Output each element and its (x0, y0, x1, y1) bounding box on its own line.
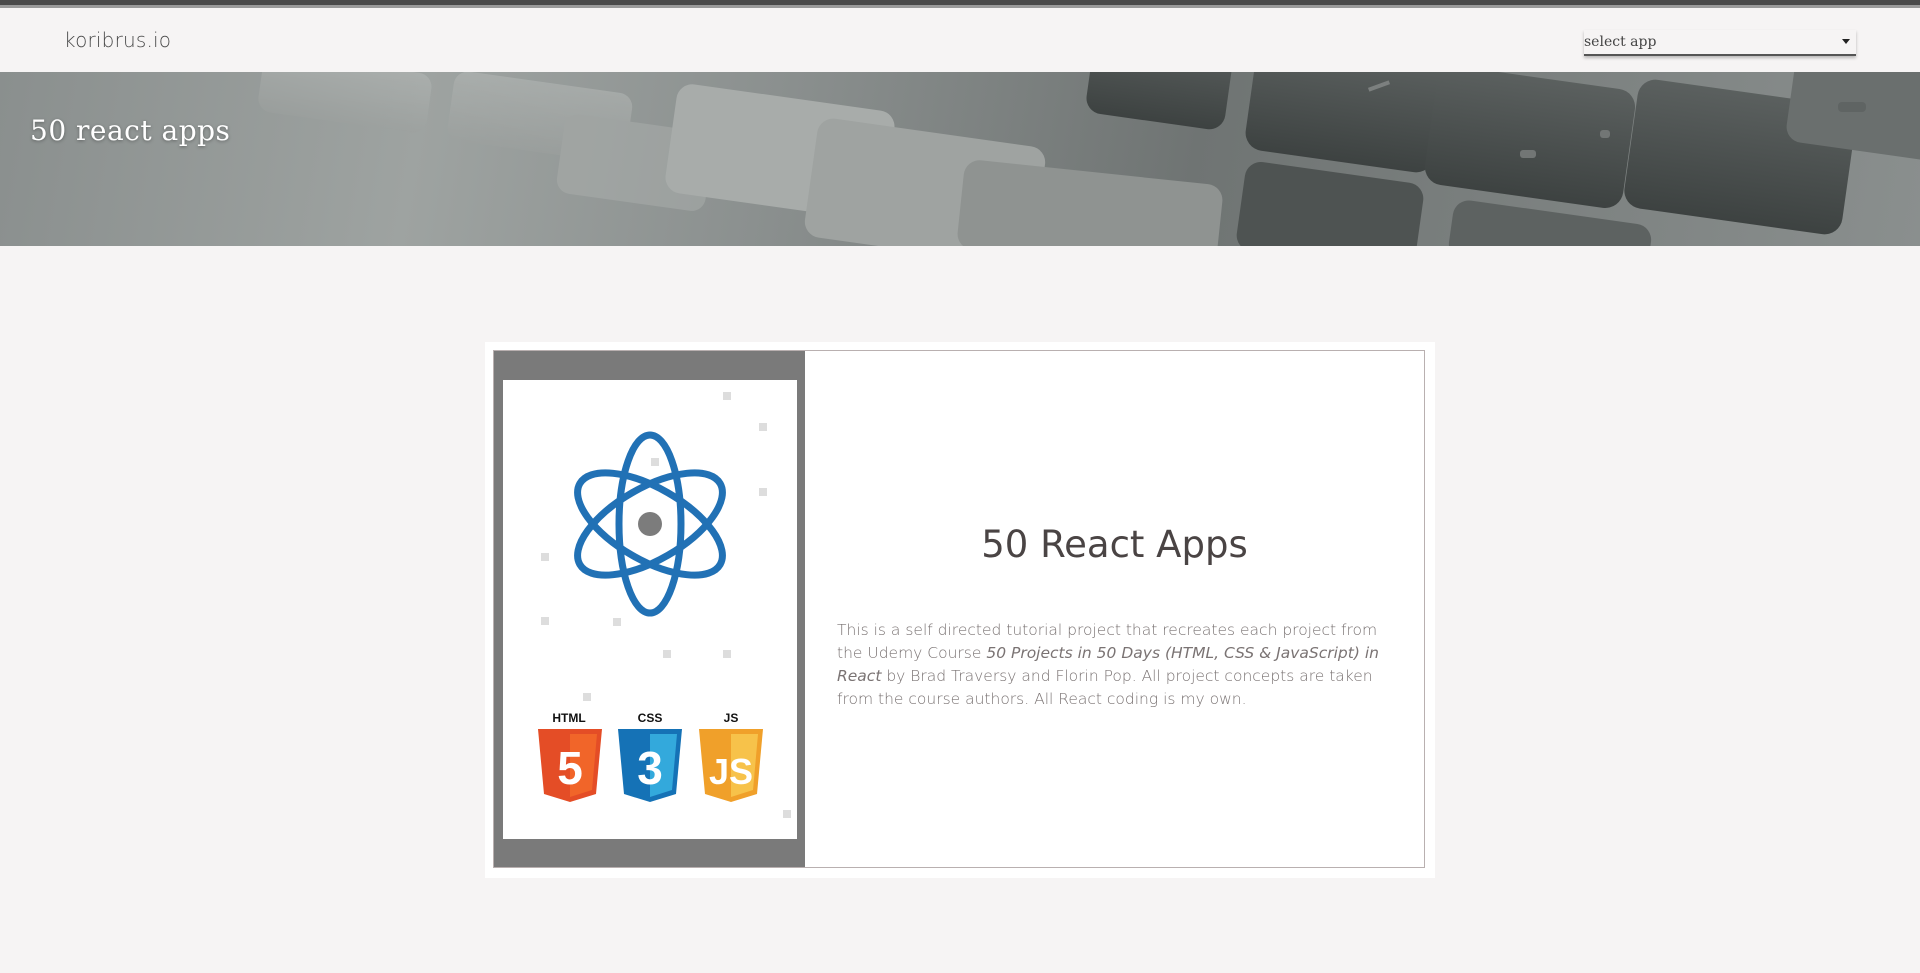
svg-text:HTML: HTML (552, 711, 585, 725)
hero-title: 50 react apps (30, 114, 231, 147)
app-select-label: select app (1584, 34, 1657, 50)
svg-text:JS: JS (709, 751, 753, 792)
keyboard-background-image (258, 72, 1920, 246)
project-card: HTML 5 CSS 3 JS JS 50 React Apps This is… (485, 342, 1435, 878)
css3-logo-icon: CSS 3 (618, 711, 682, 802)
hero-banner: 50 react apps (0, 72, 1920, 246)
card-cover-image: HTML 5 CSS 3 JS JS (503, 380, 797, 839)
svg-text:5: 5 (557, 742, 583, 794)
card-description: This is a self directed tutorial project… (837, 619, 1397, 711)
react-logo-core (638, 512, 662, 536)
tech-logos-illustration: HTML 5 CSS 3 JS JS (538, 392, 791, 818)
card-description-part2: by Brad Traversy and Florin Pop. All pro… (837, 666, 1373, 708)
site-header: koribrus.io select app (0, 8, 1920, 72)
html5-logo-icon: HTML 5 (538, 711, 602, 802)
card-content: 50 React Apps This is a self directed tu… (805, 351, 1424, 867)
app-select-dropdown[interactable]: select app (1584, 30, 1856, 56)
svg-text:3: 3 (637, 742, 663, 794)
card-image-panel: HTML 5 CSS 3 JS JS (494, 351, 805, 867)
project-card-inner: HTML 5 CSS 3 JS JS 50 React Apps This is… (493, 350, 1425, 868)
svg-text:JS: JS (724, 711, 739, 725)
chevron-down-icon (1842, 39, 1850, 44)
card-title: 50 React Apps (981, 523, 1248, 566)
window-top-border (0, 0, 1920, 8)
brand-logo-link[interactable]: koribrus.io (64, 28, 171, 52)
javascript-logo-icon: JS JS (699, 711, 763, 802)
svg-text:CSS: CSS (638, 711, 663, 725)
